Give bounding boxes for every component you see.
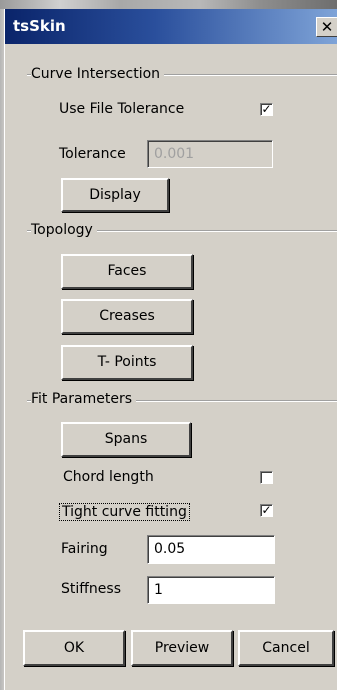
check-icon: ✓ [261, 503, 272, 517]
fairing-field[interactable]: 0.05 [147, 535, 275, 564]
check-icon: ✓ [261, 102, 272, 116]
spans-button-label: Spans [104, 431, 148, 447]
creases-button[interactable]: Creases [61, 299, 193, 334]
group-label-topology: Topology [31, 222, 97, 238]
tsskin-dialog: tsSkin ✕ Curve Intersection Use File Tol… [4, 9, 337, 690]
display-button-label: Display [89, 187, 141, 203]
faces-button[interactable]: Faces [61, 254, 193, 289]
preview-button-label: Preview [154, 640, 210, 656]
stiffness-label: Stiffness [61, 581, 121, 597]
use-file-tolerance-label: Use File Tolerance [59, 101, 185, 117]
cancel-button[interactable]: Cancel [238, 630, 334, 666]
t-points-button[interactable]: T- Points [61, 345, 193, 380]
window-title: tsSkin [13, 17, 66, 35]
creases-button-label: Creases [99, 308, 155, 324]
cancel-button-label: Cancel [262, 640, 310, 656]
background-strip [0, 0, 337, 9]
display-button[interactable]: Display [61, 178, 169, 212]
tolerance-label: Tolerance [59, 146, 126, 162]
title-bar[interactable]: tsSkin ✕ [5, 9, 337, 44]
ok-button-label: OK [63, 640, 85, 656]
group-label-curve-intersection: Curve Intersection [31, 66, 165, 82]
stiffness-field[interactable]: 1 [147, 576, 275, 604]
chord-length-checkbox[interactable] [260, 471, 273, 484]
ok-button[interactable]: OK [23, 630, 125, 666]
close-button[interactable]: ✕ [316, 17, 337, 37]
fairing-label: Fairing [61, 541, 108, 557]
chord-length-label: Chord length [63, 469, 154, 485]
spans-button[interactable]: Spans [61, 422, 191, 457]
group-label-fit-parameters: Fit Parameters [31, 391, 136, 407]
tight-curve-fitting-checkbox[interactable]: ✓ [260, 504, 273, 517]
tight-curve-fitting-label: Tight curve fitting [59, 503, 190, 521]
faces-button-label: Faces [107, 263, 147, 279]
preview-button[interactable]: Preview [131, 630, 233, 666]
t-points-button-label: T- Points [97, 354, 157, 370]
close-icon: ✕ [320, 18, 334, 36]
use-file-tolerance-checkbox[interactable]: ✓ [260, 103, 273, 116]
tolerance-field[interactable]: 0.001 [147, 140, 273, 168]
